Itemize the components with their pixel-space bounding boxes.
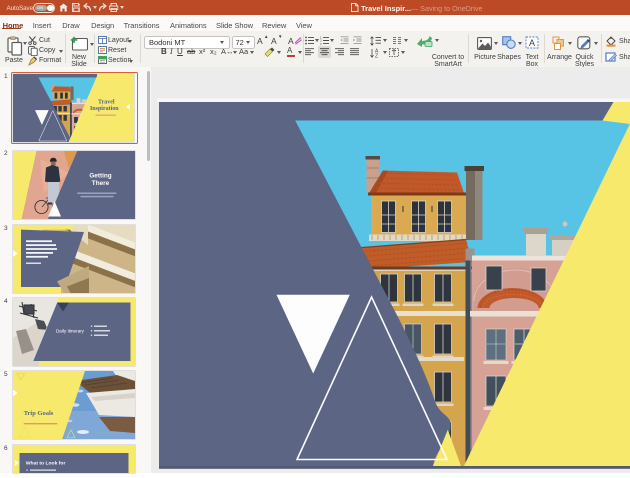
svg-text:Z: Z [375, 53, 378, 58]
svg-text:What to Look for: What to Look for [26, 460, 66, 466]
svg-text:Travel: Travel [98, 99, 115, 105]
svg-text:Inspiration: Inspiration [90, 106, 119, 112]
svg-text:Getting: Getting [89, 172, 111, 179]
svg-text:3: 3 [320, 42, 322, 45]
svg-text:Trip Goals: Trip Goals [24, 410, 54, 417]
svg-text:Daily Itinerary: Daily Itinerary [56, 328, 85, 333]
svg-text:A: A [529, 38, 535, 48]
svg-text:There: There [92, 179, 110, 186]
